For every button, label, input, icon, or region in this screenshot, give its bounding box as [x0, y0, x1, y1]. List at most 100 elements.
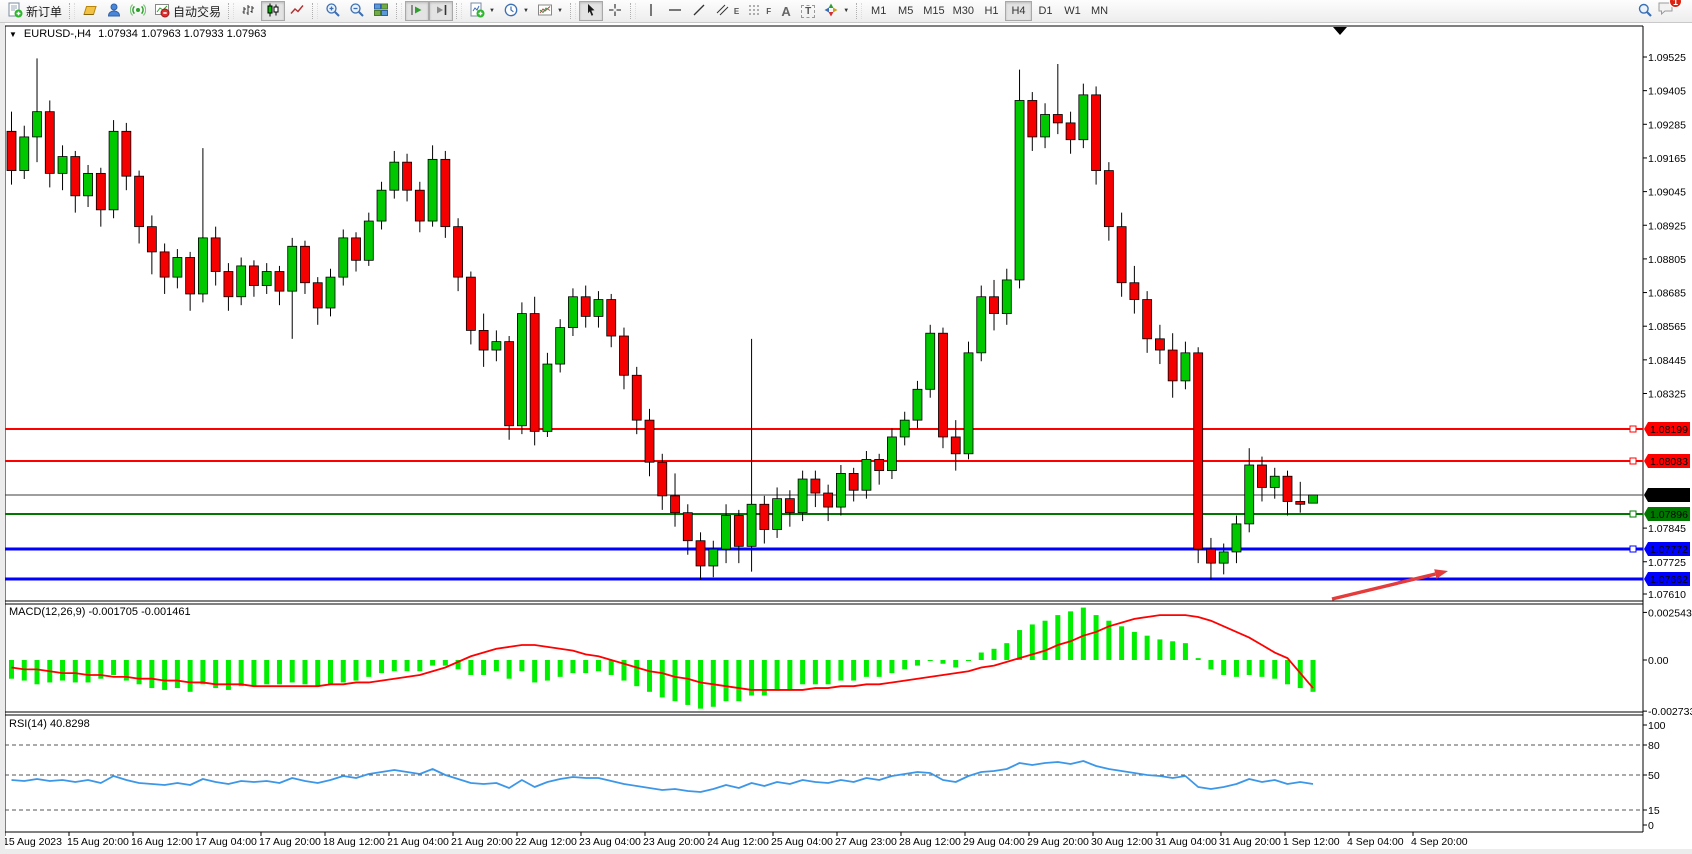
svg-text:-0.002733: -0.002733: [1648, 706, 1692, 718]
timeframe-mn-button[interactable]: MN: [1086, 1, 1113, 21]
timeframe-d1-button[interactable]: D1: [1032, 1, 1059, 21]
zoom-out-button[interactable]: [345, 1, 369, 21]
svg-text:0: 0: [1648, 820, 1654, 832]
timeframe-w1-button[interactable]: W1: [1059, 1, 1086, 21]
svg-text:1.07963: 1.07963: [1650, 490, 1688, 502]
svg-text:23 Aug 04:00: 23 Aug 04:00: [579, 836, 641, 848]
new-order-button[interactable]: 新订单: [3, 1, 66, 21]
svg-text:4 Sep 04:00: 4 Sep 04:00: [1347, 836, 1404, 848]
bar-chart-mode-button[interactable]: [237, 1, 261, 21]
fibonacci-icon: [747, 2, 763, 21]
signals-button[interactable]: [126, 1, 150, 21]
fibonacci-tool-button[interactable]: F: [743, 1, 775, 21]
indicators-icon: [469, 2, 485, 21]
svg-text:4 Sep 20:00: 4 Sep 20:00: [1411, 836, 1468, 848]
vertical-line-icon: [643, 2, 659, 21]
timeframe-h1-button[interactable]: H1: [978, 1, 1005, 21]
indicators-button[interactable]: ▼: [465, 1, 499, 21]
svg-text:1.08083: 1.08083: [1650, 456, 1688, 468]
svg-text:30 Aug 12:00: 30 Aug 12:00: [1091, 836, 1153, 848]
chart-title: ▼ EURUSD-,H4 1.07934 1.07963 1.07933 1.0…: [9, 28, 266, 40]
text-label-tool-button[interactable]: T: [797, 1, 819, 21]
search-button[interactable]: [1633, 1, 1657, 21]
bar-chart-icon: [241, 2, 257, 21]
auto-scroll-button[interactable]: [405, 1, 429, 21]
zoom-in-icon: [325, 2, 341, 21]
timeframe-m30-button[interactable]: M30: [949, 1, 978, 21]
candlestick-series: [7, 58, 1318, 580]
templates-button[interactable]: ▼: [533, 1, 567, 21]
svg-text:16 Aug 12:00: 16 Aug 12:00: [131, 836, 193, 848]
horizontal-line-tool-button[interactable]: [663, 1, 687, 21]
svg-text:31 Aug 20:00: 31 Aug 20:00: [1219, 836, 1281, 848]
clock-icon: [503, 2, 519, 21]
chart-canvas[interactable]: 10080501500.0025430.00-0.0027331.095251.…: [0, 0, 1692, 854]
auto-trading-label: 自动交易: [173, 3, 221, 20]
chart-shift-icon: [433, 2, 449, 21]
svg-text:18 Aug 12:00: 18 Aug 12:00: [323, 836, 385, 848]
timeframe-m5-button[interactable]: M5: [892, 1, 919, 21]
chat-button[interactable]: 1: [1657, 0, 1675, 22]
auto-trading-icon: [154, 2, 170, 21]
svg-text:1.09405: 1.09405: [1648, 86, 1686, 98]
community-button[interactable]: [102, 1, 126, 21]
timeframe-m1-button[interactable]: M1: [865, 1, 892, 21]
candlestick-mode-button[interactable]: [261, 1, 285, 21]
cursor-tool-button[interactable]: [579, 1, 603, 21]
svg-text:21 Aug 20:00: 21 Aug 20:00: [451, 836, 513, 848]
chevron-down-icon: ▼: [523, 8, 529, 14]
svg-text:17 Aug 20:00: 17 Aug 20:00: [259, 836, 321, 848]
svg-text:1.09525: 1.09525: [1648, 52, 1686, 64]
timeframe-m15-button[interactable]: M15: [919, 1, 948, 21]
svg-text:24 Aug 12:00: 24 Aug 12:00: [707, 836, 769, 848]
crosshair-tool-button[interactable]: [603, 1, 627, 21]
text-tool-button[interactable]: A: [775, 1, 797, 21]
profile-icon: [82, 2, 98, 21]
periods-button[interactable]: ▼: [499, 1, 533, 21]
symbol-period-label: EURUSD-,H4: [24, 28, 91, 40]
zoom-out-icon: [349, 2, 365, 21]
shift-marker-icon[interactable]: [1333, 27, 1347, 35]
chart-shift-button[interactable]: [429, 1, 453, 21]
charts-profile-button[interactable]: [78, 1, 102, 21]
rsi-levels: 1008050150: [5, 720, 1666, 832]
annotation-arrow[interactable]: [1332, 569, 1448, 599]
svg-text:1.09285: 1.09285: [1648, 119, 1686, 131]
svg-text:1.07896: 1.07896: [1650, 509, 1688, 521]
svg-text:15 Aug 20:00: 15 Aug 20:00: [67, 836, 129, 848]
community-icon: [106, 2, 122, 21]
svg-text:29 Aug 04:00: 29 Aug 04:00: [963, 836, 1025, 848]
svg-text:50: 50: [1648, 770, 1660, 782]
notification-badge: 1: [1669, 0, 1682, 8]
vertical-line-tool-button[interactable]: [639, 1, 663, 21]
line-chart-mode-button[interactable]: [285, 1, 309, 21]
svg-text:1.09045: 1.09045: [1648, 187, 1686, 199]
timeframe-h4-button[interactable]: H4: [1005, 1, 1032, 21]
chevron-down-icon: ▼: [489, 8, 495, 14]
horizontal-line-icon: [667, 2, 683, 21]
svg-text:1.08445: 1.08445: [1648, 355, 1686, 367]
line-chart-icon: [289, 2, 305, 21]
toolbar-grip: [312, 3, 318, 19]
main-toolbar: 新订单 自动交易 ▼ ▼ ▼ E F A T ▼ M1 M5 M15 M30 H…: [0, 0, 1692, 23]
channel-icon: [715, 2, 731, 21]
zoom-in-button[interactable]: [321, 1, 345, 21]
tile-windows-button[interactable]: [369, 1, 393, 21]
crosshair-icon: [607, 2, 623, 21]
channel-tool-button[interactable]: E: [711, 1, 743, 21]
svg-text:15: 15: [1648, 805, 1660, 817]
svg-text:1.08199: 1.08199: [1650, 424, 1688, 436]
rsi-indicator-label: RSI(14) 40.8298: [9, 718, 90, 730]
symbol-dropdown-icon[interactable]: ▼: [9, 30, 17, 39]
svg-text:27 Aug 23:00: 27 Aug 23:00: [835, 836, 897, 848]
svg-text:31 Aug 04:00: 31 Aug 04:00: [1155, 836, 1217, 848]
toolbar-grip: [456, 3, 462, 19]
auto-trading-button[interactable]: 自动交易: [150, 1, 225, 21]
tile-windows-icon: [373, 2, 389, 21]
trendline-tool-button[interactable]: [687, 1, 711, 21]
svg-text:1 Sep 12:00: 1 Sep 12:00: [1283, 836, 1340, 848]
svg-text:1.08325: 1.08325: [1648, 389, 1686, 401]
macd-indicator-label: MACD(12,26,9) -0.001705 -0.001461: [9, 606, 191, 618]
svg-text:0.002543: 0.002543: [1648, 607, 1692, 619]
arrows-tool-button[interactable]: ▼: [819, 1, 853, 21]
